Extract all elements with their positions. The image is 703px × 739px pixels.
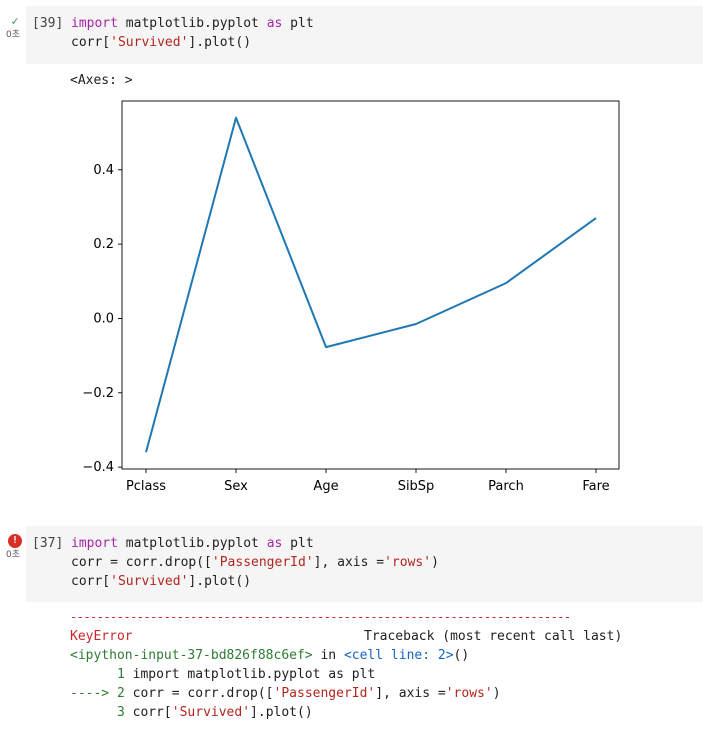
- x-tick-label: Fare: [582, 479, 609, 494]
- y-tick-label: −0.2: [82, 386, 114, 401]
- exec-time: 0초: [6, 550, 21, 560]
- x-tick-label: Parch: [488, 479, 524, 494]
- error-icon: !: [8, 534, 22, 548]
- x-tick-label: Pclass: [126, 479, 166, 494]
- y-tick-label: 0.0: [93, 311, 114, 326]
- code-line: corr = corr.drop(['PassengerId'], axis =…: [71, 555, 439, 570]
- code-cell-37: ! 0초 [37] import matplotlib.pyplot as pl…: [0, 520, 703, 739]
- x-tick-label: Age: [313, 479, 338, 494]
- execution-count: [37]: [32, 536, 64, 551]
- traceback-code-line: 1 import matplotlib.pyplot as plt: [70, 667, 376, 682]
- traceback-label: Traceback (most recent call last): [364, 629, 623, 644]
- x-tick-label: Sex: [224, 479, 248, 494]
- code-line: import matplotlib.pyplot as plt: [71, 16, 314, 31]
- code-editor[interactable]: [39] import matplotlib.pyplot as plt cor…: [26, 6, 703, 64]
- exec-time: 0초: [6, 30, 21, 40]
- check-icon: ✓: [11, 14, 19, 28]
- traceback-location: <ipython-input-37-bd826f88c6ef> in <cell…: [70, 648, 470, 663]
- line-chart: −0.4 −0.2 0.0 0.2 0.4 Pclass Sex Age SibSp Parch F…: [82, 100, 620, 494]
- code-line: corr['Survived'].plot(): [71, 35, 252, 50]
- y-tick-label: −0.4: [82, 460, 114, 475]
- code-editor[interactable]: [37] import matplotlib.pyplot as plt cor…: [26, 526, 703, 602]
- code-cell-39: ✓ 0초 [39] import matplotlib.pyplot as pl…: [0, 0, 703, 500]
- execution-count: [39]: [32, 16, 64, 31]
- code-line: import matplotlib.pyplot as plt: [71, 536, 314, 551]
- x-tick-label: SibSp: [398, 479, 435, 494]
- code-line: corr['Survived'].plot(): [71, 574, 252, 589]
- plot-frame: [121, 100, 620, 470]
- y-tick-label: 0.4: [93, 163, 114, 178]
- traceback-code-line-current: ----> 2 corr = corr.drop(['PassengerId']…: [70, 686, 501, 701]
- error-name: KeyError: [70, 629, 133, 644]
- traceback-code-line: 3 corr['Survived'].plot(): [70, 705, 313, 720]
- output-text: <Axes: >: [70, 73, 133, 88]
- y-tick-label: 0.2: [93, 237, 114, 252]
- traceback-separator: ----------------------------------------…: [70, 610, 571, 624]
